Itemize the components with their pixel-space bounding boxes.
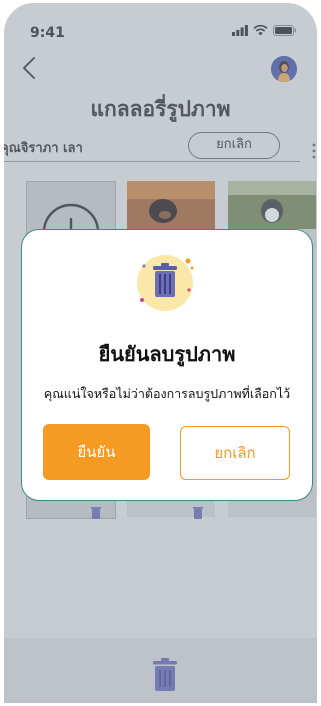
trash-icon [137, 255, 194, 311]
phone-screen: 9:41 แกลลอรี่รูปภาพ คุณจิราภา เลา ยกเลิก… [4, 3, 317, 703]
confirm-delete-dialog: ยืนยันลบรูปภาพ คุณแน่ใจหรือไม่ว่าต้องการ… [21, 229, 313, 501]
cancel-button[interactable]: ยกเลิก [180, 426, 290, 480]
dialog-message: คุณแน่ใจหรือไม่ว่าต้องการลบรูปภาพที่เลือ… [43, 386, 291, 401]
confirm-button[interactable]: ยืนยัน [43, 424, 150, 480]
dialog-title: ยืนยันลบรูปภาพ [98, 342, 236, 366]
